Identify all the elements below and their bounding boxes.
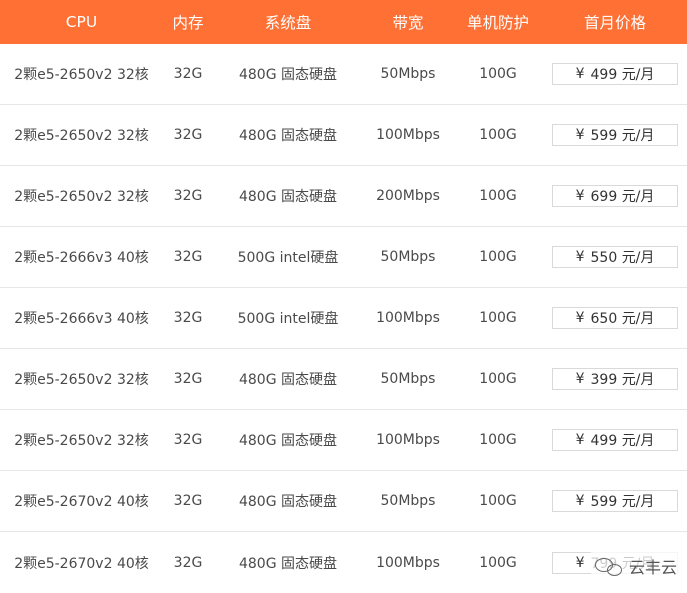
disk-cell: 480G 固态硬盘 <box>238 128 338 144</box>
defense-cell: 100G <box>479 371 517 387</box>
price-value: 499 元/月 <box>590 433 655 449</box>
memory-cell: 32G <box>173 127 203 143</box>
cpu-cell: 2颗e5-2666v3 40核 <box>14 250 149 266</box>
cpu-cell: 2颗e5-2650v2 32核 <box>14 189 149 205</box>
cpu-cell: 2颗e5-2650v2 32核 <box>14 372 149 388</box>
price-box: ¥499 元/月 <box>552 429 678 451</box>
cpu-cell: 2颗e5-2670v2 40核 <box>14 494 149 510</box>
bandwidth-cell: 100Mbps <box>376 127 440 143</box>
defense-cell: 100G <box>479 188 517 204</box>
disk-cell: 480G 固态硬盘 <box>238 555 338 572</box>
header-disk: 系统盘 <box>264 14 312 32</box>
pricing-table: CPU 内存 系统盘 带宽 单机防护 首月价格 2颗e5-2650v2 32核 3… <box>0 0 687 593</box>
cpu-cell: 2颗e5-2650v2 32核 <box>14 433 149 449</box>
table-row: 2颗e5-2666v3 40核 32G 500G intel硬盘 100Mbps 100… <box>0 288 687 349</box>
table-row: 2颗e5-2666v3 40核 32G 500G intel硬盘 50Mbps 100G… <box>0 227 687 288</box>
cpu-cell: 2颗e5-2650v2 32核 <box>14 128 149 144</box>
defense-cell: 100G <box>479 554 517 571</box>
disk-cell: 480G 固态硬盘 <box>238 494 338 510</box>
defense-cell: 100G <box>479 432 517 448</box>
currency-symbol: ¥ <box>575 493 585 509</box>
bandwidth-cell: 50Mbps <box>380 371 436 387</box>
disk-cell: 480G 固态硬盘 <box>238 67 338 83</box>
price-cell: ¥699 元/月 <box>543 185 687 207</box>
price-box: ¥550 元/月 <box>552 246 678 268</box>
header-cpu: CPU <box>65 13 98 31</box>
price-cell: ¥499 元/月 <box>543 63 687 85</box>
memory-cell: 32G <box>173 66 203 82</box>
table-body: 2颗e5-2650v2 32核 32G 480G 固态硬盘 50Mbps 100G ¥49… <box>0 44 687 593</box>
currency-symbol: ¥ <box>575 66 585 82</box>
memory-cell: 32G <box>173 188 203 204</box>
price-cell: ¥499 元/月 <box>543 429 687 451</box>
defense-cell: 100G <box>479 249 517 265</box>
memory-cell: 32G <box>173 249 203 265</box>
bandwidth-cell: 50Mbps <box>380 249 436 265</box>
table-row: 2颗e5-2650v2 32核 32G 480G 固态硬盘 50Mbps 100G ¥49… <box>0 44 687 105</box>
currency-symbol: ¥ <box>575 371 585 387</box>
price-box: ¥399 元/月 <box>552 368 678 390</box>
bandwidth-cell: 50Mbps <box>380 493 436 509</box>
watermark-text: 云丰云 <box>628 558 677 577</box>
bandwidth-cell: 200Mbps <box>376 188 440 204</box>
price-cell: ¥599 元/月 <box>543 490 687 512</box>
memory-cell: 32G <box>173 554 203 571</box>
bandwidth-cell: 100Mbps <box>376 310 440 326</box>
table-row: 2颗e5-2650v2 32核 32G 480G 固态硬盘 100Mbps 100G ¥4… <box>0 410 687 471</box>
price-box: ¥599 元/月 <box>552 124 678 146</box>
price-value: 599 元/月 <box>590 128 655 144</box>
defense-cell: 100G <box>479 310 517 326</box>
price-box: ¥599 元/月 <box>552 490 678 512</box>
price-value: 499 元/月 <box>590 67 655 83</box>
currency-symbol: ¥ <box>575 188 585 204</box>
bandwidth-cell: 100Mbps <box>376 432 440 448</box>
price-value: 399 元/月 <box>590 372 655 388</box>
currency-symbol: ¥ <box>575 310 585 326</box>
currency-symbol: ¥ <box>575 432 585 448</box>
disk-cell: 500G intel硬盘 <box>237 311 339 327</box>
watermark: 云丰云 <box>590 552 681 580</box>
memory-cell: 32G <box>173 310 203 326</box>
cpu-cell: 2颗e5-2666v3 40核 <box>14 311 149 327</box>
disk-cell: 480G 固态硬盘 <box>238 189 338 205</box>
table-header: CPU 内存 系统盘 带宽 单机防护 首月价格 <box>0 0 687 44</box>
table-row: 2颗e5-2670v2 40核 32G 480G 固态硬盘 50Mbps 100G ¥59… <box>0 471 687 532</box>
defense-cell: 100G <box>479 493 517 509</box>
header-defense: 单机防护 <box>466 14 529 32</box>
price-box: ¥699 元/月 <box>552 185 678 207</box>
price-box: ¥650 元/月 <box>552 307 678 329</box>
cpu-cell: 2颗e5-2670v2 40核 <box>14 555 149 572</box>
bandwidth-cell: 50Mbps <box>380 66 436 82</box>
price-cell: ¥599 元/月 <box>543 124 687 146</box>
wechat-icon <box>594 556 623 576</box>
price-cell: ¥399 元/月 <box>543 368 687 390</box>
price-cell: ¥650 元/月 <box>543 307 687 329</box>
price-value: 550 元/月 <box>590 250 655 266</box>
table-row: 2颗e5-2650v2 32核 32G 480G 固态硬盘 50Mbps 100G ¥39… <box>0 349 687 410</box>
price-cell: ¥550 元/月 <box>543 246 687 268</box>
disk-cell: 500G intel硬盘 <box>237 250 339 266</box>
memory-cell: 32G <box>173 493 203 509</box>
header-bandwidth: 带宽 <box>392 14 424 32</box>
memory-cell: 32G <box>173 371 203 387</box>
defense-cell: 100G <box>479 66 517 82</box>
price-value: 650 元/月 <box>590 311 655 327</box>
table-row: 2颗e5-2650v2 32核 32G 480G 固态硬盘 200Mbps 100G ¥6… <box>0 166 687 227</box>
defense-cell: 100G <box>479 127 517 143</box>
currency-symbol: ¥ <box>575 554 585 571</box>
price-box: ¥499 元/月 <box>552 63 678 85</box>
bandwidth-cell: 100Mbps <box>376 554 440 571</box>
currency-symbol: ¥ <box>575 249 585 265</box>
header-price: 首月价格 <box>583 14 646 32</box>
table-row: 2颗e5-2650v2 32核 32G 480G 固态硬盘 100Mbps 100G ¥5… <box>0 105 687 166</box>
cpu-cell: 2颗e5-2650v2 32核 <box>14 67 149 83</box>
price-value: 599 元/月 <box>590 494 655 510</box>
disk-cell: 480G 固态硬盘 <box>238 433 338 449</box>
currency-symbol: ¥ <box>575 127 585 143</box>
header-memory: 内存 <box>172 14 204 32</box>
price-value: 699 元/月 <box>590 189 655 205</box>
table-row: 2颗e5-2670v2 40核32G480G 固态硬盘100Mbps100G¥7… <box>0 532 687 593</box>
memory-cell: 32G <box>173 432 203 448</box>
disk-cell: 480G 固态硬盘 <box>238 372 338 388</box>
